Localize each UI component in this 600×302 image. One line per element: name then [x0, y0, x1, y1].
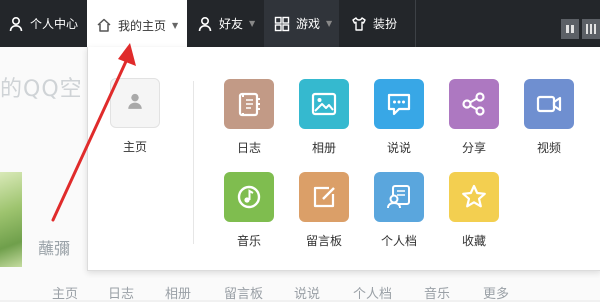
- lock-user-icon: [8, 16, 24, 32]
- chevron-down-icon: ▼: [172, 20, 179, 30]
- speech-bubble-icon: [387, 93, 411, 116]
- top-nav-bar: 个人中心 我的主页 ▼ 好友 ▼ 游戏 ▼ 装扮: [0, 0, 600, 50]
- app-video-label: 视频: [536, 141, 561, 155]
- space-nav-album[interactable]: 相册: [165, 283, 191, 302]
- divider: [415, 0, 416, 47]
- app-shuoshuo[interactable]: 说说: [373, 79, 425, 156]
- profile-card-icon: [387, 185, 410, 209]
- nav-games[interactable]: 游戏 ▼: [264, 0, 339, 47]
- app-music[interactable]: 音乐: [223, 172, 275, 249]
- space-nav: 主页 日志 相册 留言板 说说 个人档 音乐 更多: [0, 283, 600, 302]
- app-guestbook[interactable]: 留言板: [298, 172, 350, 249]
- app-favorites[interactable]: 收藏: [448, 172, 500, 249]
- nav-dressup[interactable]: 装扮: [339, 0, 415, 47]
- home-app-tile[interactable]: [110, 78, 160, 128]
- message-board-icon: [313, 186, 335, 208]
- app-blog-label: 日志: [236, 141, 261, 155]
- video-camera-icon: [536, 95, 562, 113]
- nav-my-home[interactable]: 我的主页 ▼: [87, 0, 187, 50]
- nav-personal-center-label: 个人中心: [30, 17, 79, 31]
- space-nav-profile[interactable]: 个人档: [353, 283, 392, 302]
- my-home-dropdown: 主页 日志 相册 说说 分享 视频 音乐 留言板 个人档 收藏: [87, 47, 600, 271]
- grid-squares-icon: [274, 16, 290, 32]
- shuoshuo-tile[interactable]: [374, 79, 424, 129]
- user-silhouette-icon: [126, 92, 144, 114]
- nav-games-label: 游戏: [296, 17, 321, 31]
- blog-tile[interactable]: [224, 79, 274, 129]
- share-tile[interactable]: [449, 79, 499, 129]
- house-icon: [96, 17, 112, 33]
- album-tile[interactable]: [299, 79, 349, 129]
- app-album-label: 相册: [311, 141, 336, 155]
- app-music-label: 音乐: [236, 234, 261, 248]
- video-tile[interactable]: [524, 79, 574, 129]
- app-share-label: 分享: [461, 141, 486, 155]
- music-tile[interactable]: [224, 172, 274, 222]
- app-favorites-label: 收藏: [461, 234, 486, 248]
- space-nav-guestbook[interactable]: 留言板: [224, 283, 263, 302]
- dropdown-divider: [193, 81, 194, 244]
- nav-personal-center[interactable]: 个人中心: [0, 0, 86, 47]
- chevron-down-icon: ▼: [249, 19, 256, 28]
- profile-tile[interactable]: [374, 172, 424, 222]
- space-nav-more[interactable]: 更多: [483, 283, 509, 302]
- nav-friends-label: 好友: [219, 17, 244, 31]
- space-nav-shuoshuo[interactable]: 说说: [294, 283, 320, 302]
- app-shuoshuo-label: 说说: [386, 141, 411, 155]
- app-video[interactable]: 视频: [523, 79, 575, 156]
- app-album[interactable]: 相册: [298, 79, 350, 156]
- space-title: 的QQ空: [0, 77, 83, 102]
- nav-my-home-label: 我的主页: [118, 18, 167, 33]
- nav-friends[interactable]: 好友 ▼: [187, 0, 264, 47]
- tshirt-icon: [351, 16, 367, 32]
- photo-icon: [311, 92, 337, 116]
- share-icon: [462, 92, 485, 116]
- space-nav-home[interactable]: 主页: [52, 283, 78, 302]
- star-icon: [462, 184, 486, 208]
- music-note-icon: [237, 185, 261, 209]
- app-guestbook-label: 留言板: [305, 234, 342, 248]
- notebook-icon: [238, 92, 260, 117]
- app-profile-label: 个人档: [380, 234, 417, 248]
- space-nav-music[interactable]: 音乐: [424, 283, 450, 302]
- chevron-down-icon: ▼: [326, 19, 333, 28]
- nav-dressup-label: 装扮: [373, 17, 398, 31]
- space-nav-blog[interactable]: 日志: [108, 283, 134, 302]
- guestbook-tile[interactable]: [299, 172, 349, 222]
- pause-button[interactable]: [561, 19, 579, 39]
- favorites-tile[interactable]: [449, 172, 499, 222]
- app-profile[interactable]: 个人档: [373, 172, 425, 249]
- friend-user-icon: [197, 16, 213, 32]
- owner-name: 蘸彌: [38, 239, 71, 258]
- home-app-label[interactable]: 主页: [110, 138, 160, 155]
- menu-button[interactable]: [582, 19, 600, 39]
- app-share[interactable]: 分享: [448, 79, 500, 156]
- cover-photo: [0, 172, 22, 267]
- app-blog[interactable]: 日志: [223, 79, 275, 156]
